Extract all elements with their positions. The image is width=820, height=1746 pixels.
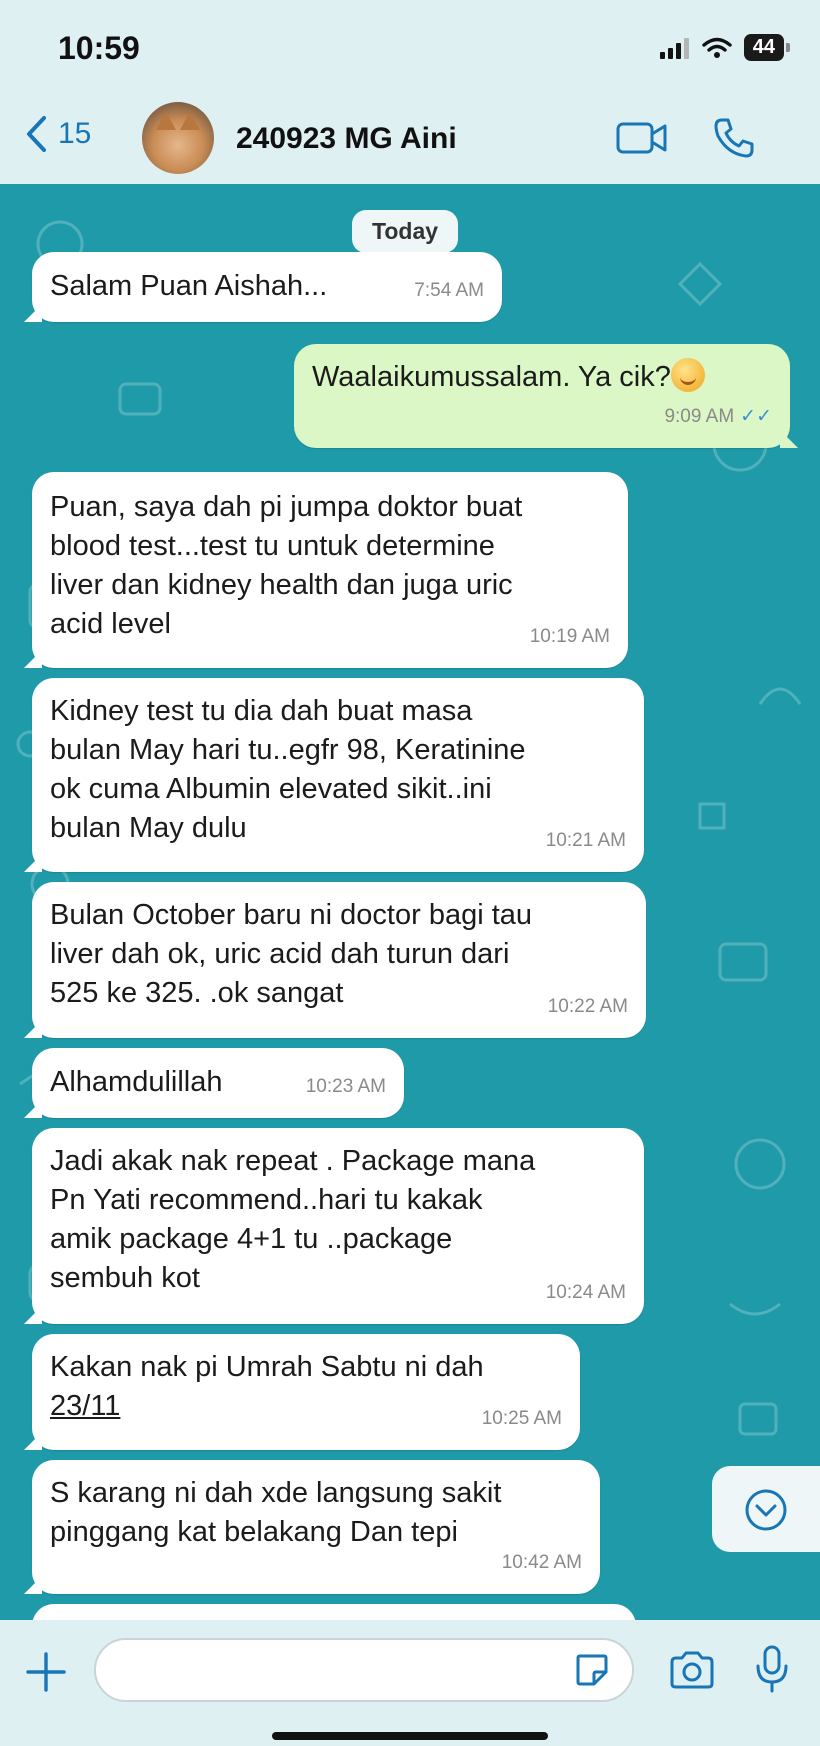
message-text: Waalaikumussalam. Ya cik?	[312, 358, 772, 397]
message-bubble[interactable]: Puan, saya dah pi jumpa doktor buat bloo…	[24, 472, 628, 668]
message-text: Bulan October baru ni doctor bagi tau li…	[50, 899, 533, 1009]
chat-thread[interactable]: Today Salam Puan Aishah... 7:54 AM Waala…	[0, 184, 820, 1620]
message-bubble[interactable]: Alhamdulillah 10:23 AM	[24, 1048, 404, 1118]
message-bubble[interactable]: Kakan nak pi Umrah Sabtu ni dah 23/11 10:…	[24, 1334, 580, 1450]
message-input[interactable]	[94, 1638, 634, 1702]
message-bubble[interactable]: Kidney test tu dia dah buat masa bulan M…	[24, 678, 644, 872]
chevron-left-icon	[27, 116, 46, 152]
message-time: 10:21 AM	[545, 830, 626, 851]
voice-call-button[interactable]	[712, 116, 756, 165]
back-button[interactable]: 15	[24, 114, 91, 154]
battery-indicator: 44	[743, 34, 791, 61]
contact-name[interactable]: 240923 MG Aini	[236, 122, 457, 156]
message-composer	[0, 1620, 820, 1746]
back-count: 15	[58, 117, 92, 150]
read-receipt-icon: ✓✓	[740, 406, 772, 427]
message-time: 10:19 AM	[529, 626, 610, 647]
status-time: 10:59	[58, 30, 140, 66]
microphone-icon	[756, 1645, 788, 1693]
message-bubble[interactable]: Bulan October baru ni doctor bagi tau li…	[24, 882, 646, 1038]
status-bar: 10:59 44	[0, 0, 820, 100]
sticker-button[interactable]	[574, 1652, 610, 1693]
message-time: 10:22 AM	[547, 996, 628, 1017]
wifi-icon	[702, 37, 732, 58]
message-time: 10:42 AM	[501, 1552, 582, 1573]
avatar[interactable]	[142, 102, 214, 174]
message-time: 10:25 AM	[481, 1408, 562, 1429]
message-time: 10:24 AM	[545, 1282, 626, 1303]
plus-icon	[26, 1652, 66, 1692]
day-separator: Today	[352, 210, 459, 253]
message-text: S karang ni dah xde langsung sakit pingg…	[50, 1477, 502, 1548]
status-icons: 44	[659, 34, 791, 61]
scroll-to-bottom-button[interactable]	[712, 1466, 820, 1552]
message-text: Kidney test tu dia dah buat masa bulan M…	[50, 695, 526, 844]
message-time: 9:09 AM ✓✓	[664, 406, 772, 427]
message-bubble[interactable]: Jadi akak nak repeat . Package mana Pn Y…	[24, 1128, 644, 1324]
message-time: 10:23 AM	[305, 1076, 386, 1097]
camera-button[interactable]	[668, 1650, 716, 1695]
chevron-down-circle-icon	[745, 1489, 787, 1531]
video-call-button[interactable]	[616, 120, 668, 161]
message-bubble[interactable]: Salam Puan Aishah... 7:54 AM	[24, 252, 502, 322]
chat-header: 15 240923 MG Aini	[0, 100, 820, 184]
message-time: 7:54 AM	[414, 280, 484, 301]
video-camera-icon	[616, 122, 667, 154]
date-link[interactable]: 23/11	[50, 1390, 120, 1422]
attach-button[interactable]	[24, 1650, 68, 1699]
phone-icon	[714, 118, 754, 158]
camera-icon	[670, 1651, 714, 1689]
message-text: Puan, saya dah pi jumpa doktor buat bloo…	[50, 491, 523, 640]
home-indicator[interactable]	[272, 1732, 548, 1740]
message-text: Jadi akak nak repeat . Package mana Pn Y…	[50, 1145, 536, 1294]
sticker-icon	[576, 1654, 608, 1686]
message-bubble-outgoing[interactable]: Waalaikumussalam. Ya cik? 9:09 AM ✓✓	[294, 344, 798, 448]
signal-icon	[659, 37, 689, 59]
microphone-button[interactable]	[754, 1644, 790, 1699]
message-bubble[interactable]: S karang ni dah xde langsung sakit pingg…	[24, 1460, 600, 1594]
message-bubble-partial[interactable]	[32, 1604, 636, 1620]
hugging-face-emoji-icon	[670, 358, 705, 392]
